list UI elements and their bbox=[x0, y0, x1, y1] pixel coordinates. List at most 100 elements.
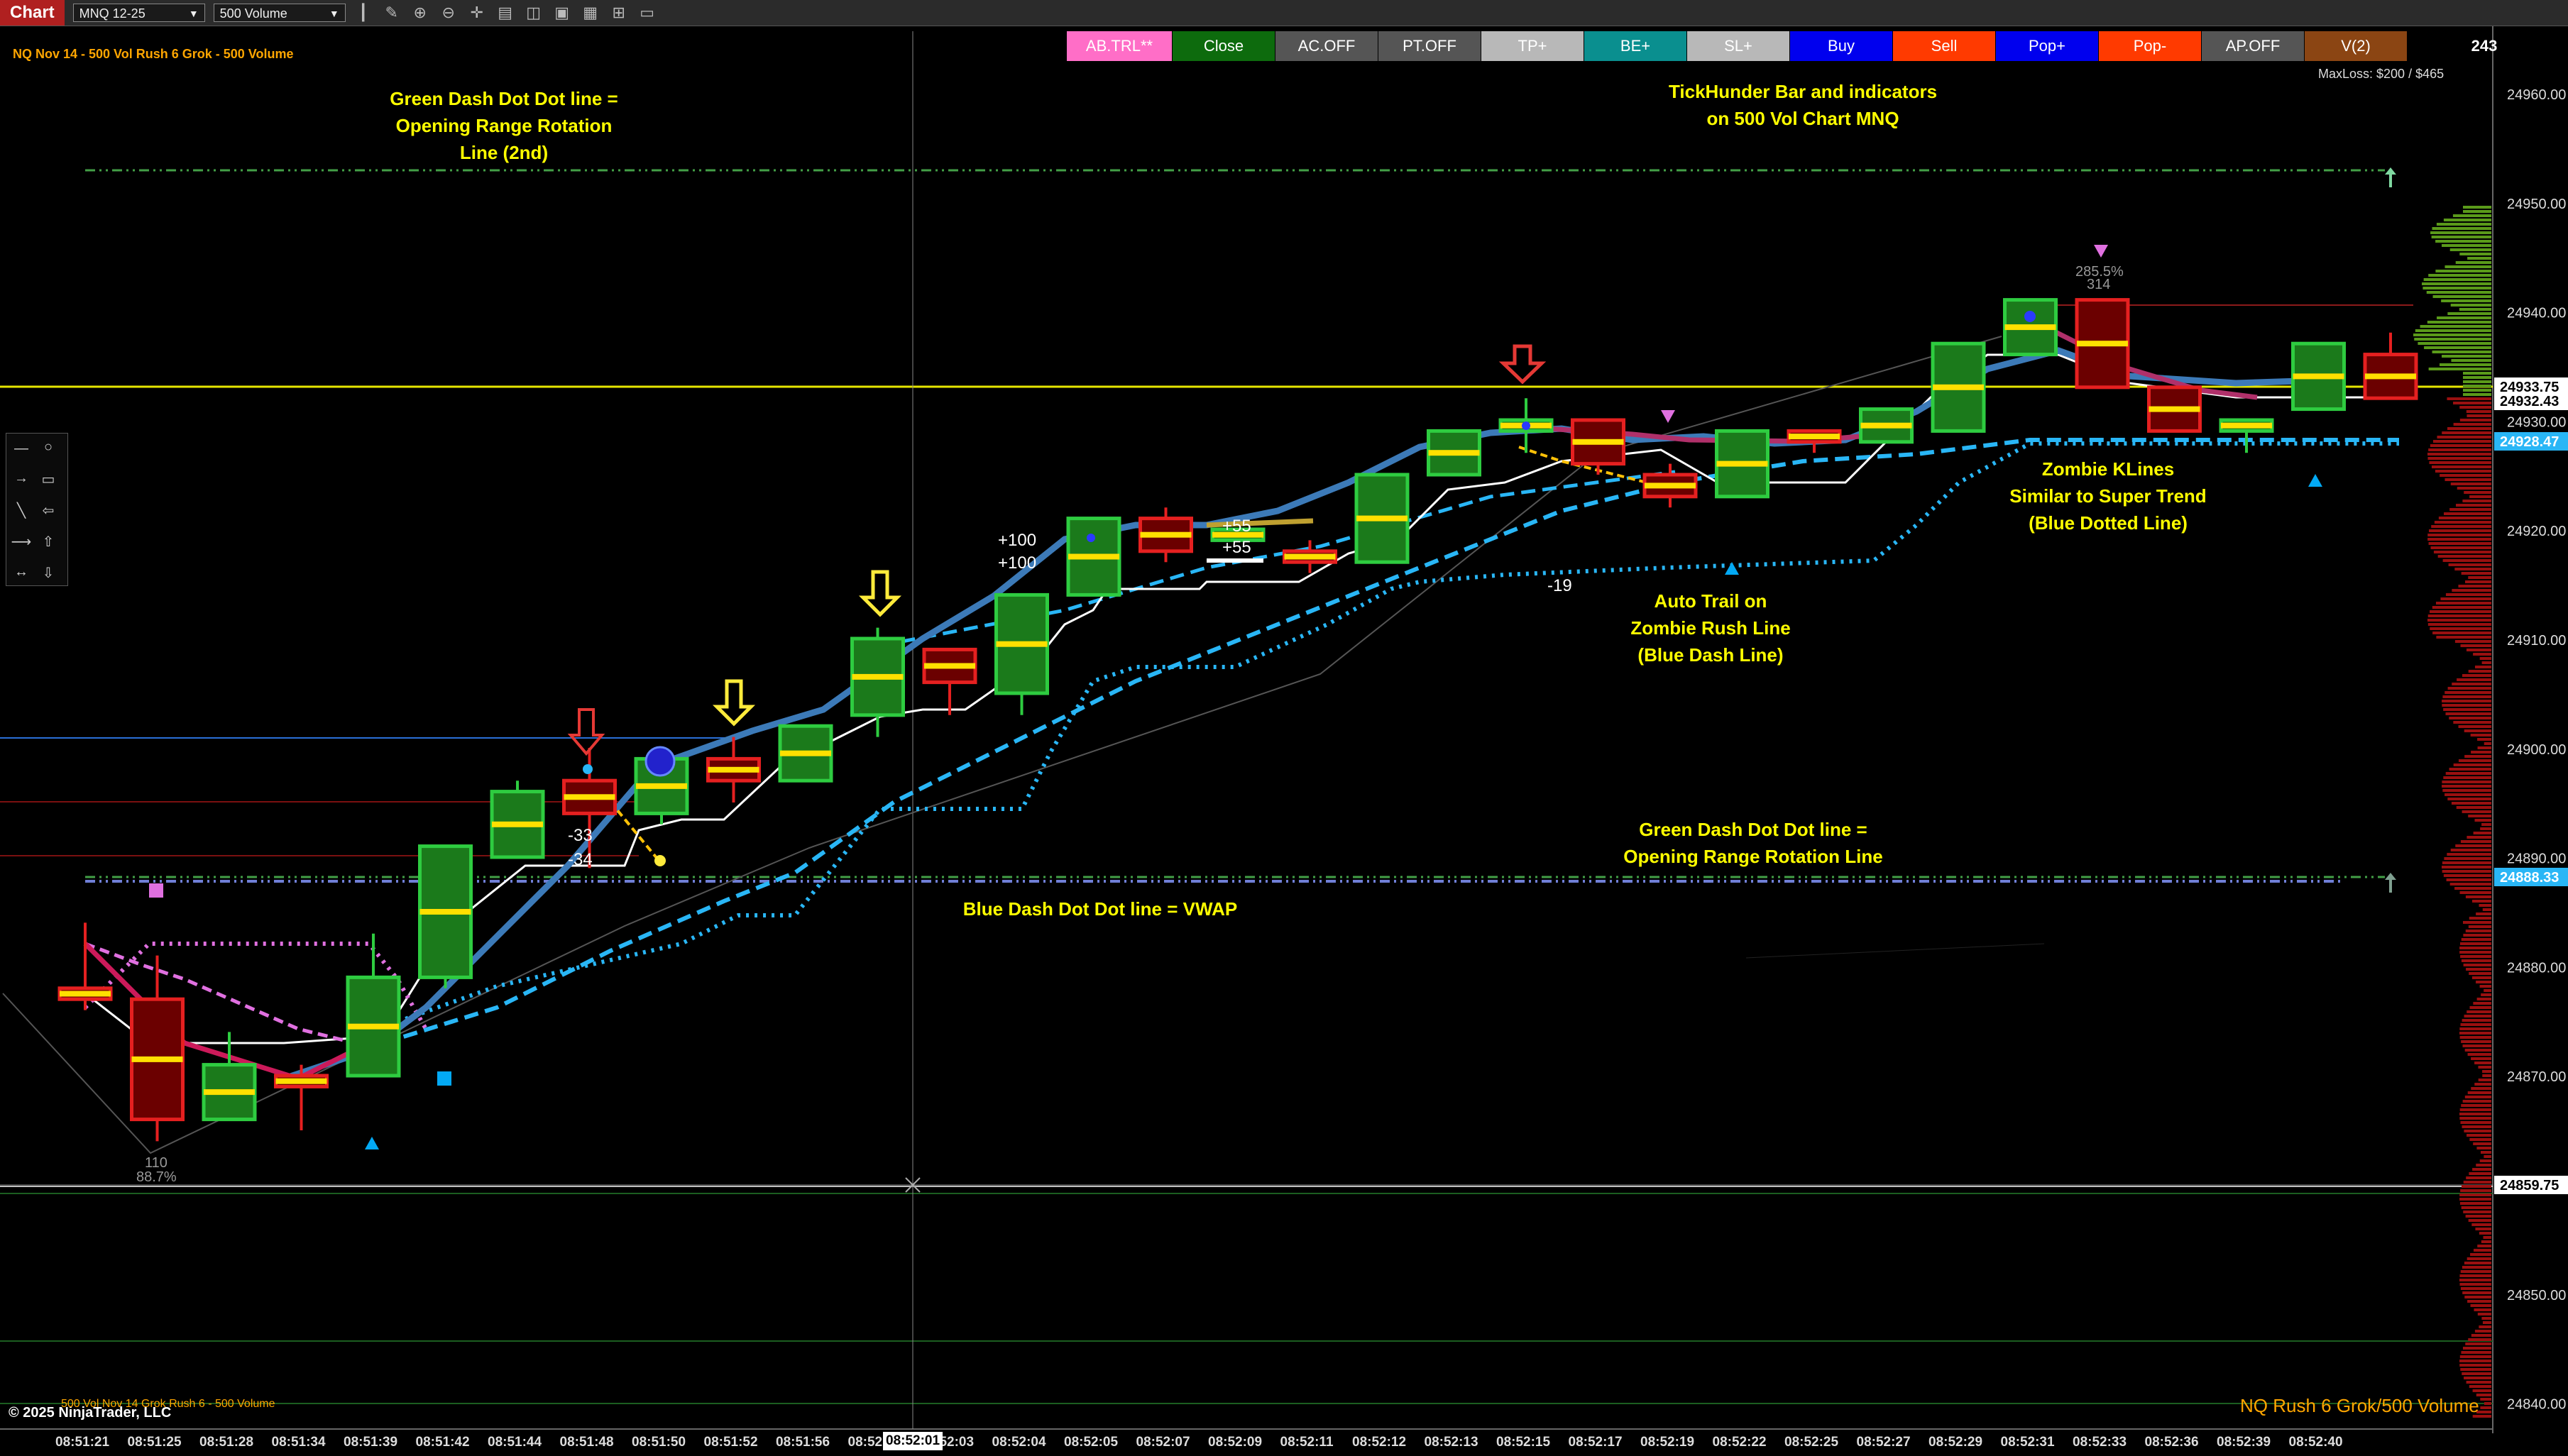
price-axis[interactable]: 24960.00 24950.00 24940.00 24930.00 24920.00… bbox=[2494, 87, 2568, 1413]
volume-profile-bar bbox=[2460, 1023, 2491, 1026]
time-tick-label: 08:51:21 bbox=[55, 1435, 110, 1450]
volume-profile-bar bbox=[2464, 580, 2491, 583]
chart-button-sl[interactable]: SL+ bbox=[1687, 31, 1789, 61]
ellipse-tool-icon[interactable]: ○ bbox=[38, 439, 59, 456]
time-tick-label: 08:52:22 bbox=[1712, 1435, 1767, 1450]
volume-profile-bar bbox=[2467, 1010, 2491, 1013]
chart-button-buy[interactable]: Buy bbox=[1790, 31, 1892, 61]
volume-profile-bar bbox=[2476, 912, 2491, 915]
volume-profile-bar bbox=[2469, 917, 2491, 920]
volume-profile-bar bbox=[2459, 406, 2491, 409]
volume-profile-bar bbox=[2454, 640, 2491, 643]
trend-tool-icon[interactable]: ╲ bbox=[11, 502, 32, 519]
chart-button-ap-off[interactable]: AP.OFF bbox=[2202, 31, 2304, 61]
candle-midline bbox=[780, 750, 831, 756]
volume-profile-bar bbox=[2479, 1232, 2491, 1235]
annotation-line: Line (2nd) bbox=[459, 142, 549, 163]
candle-midline bbox=[275, 1078, 327, 1084]
volume-profile-bar bbox=[2464, 491, 2491, 494]
volume-profile-bar bbox=[2432, 606, 2491, 609]
volume-profile-bar bbox=[2428, 368, 2491, 370]
annotation-tickhunder: TickHunder Bar and indicators on 500 Vol… bbox=[1576, 78, 2030, 132]
blue-dot-marker-3 bbox=[1087, 534, 1095, 542]
arrow-up-tool-icon[interactable]: ⇧ bbox=[38, 533, 59, 551]
volume-profile-bar bbox=[2442, 785, 2491, 788]
volume-profile-bar bbox=[2466, 1176, 2491, 1179]
volume-profile-bar bbox=[2442, 866, 2491, 868]
volume-profile-bar bbox=[2464, 1377, 2491, 1379]
chart-button-pt-off[interactable]: PT.OFF bbox=[1378, 31, 1481, 61]
volume-profile-bar bbox=[2474, 666, 2491, 668]
ray-tool-icon[interactable]: → bbox=[11, 470, 32, 487]
annotation-or-rotation-2nd: Green Dash Dot Dot line = Opening Range … bbox=[312, 85, 696, 166]
chart-button-be[interactable]: BE+ bbox=[1584, 31, 1686, 61]
volume-profile-bar bbox=[2453, 423, 2491, 426]
horizontal-tool-icon[interactable]: ↔ bbox=[11, 564, 32, 580]
arrow-down-tool-icon[interactable]: ⇩ bbox=[38, 564, 59, 582]
volume-profile-bar bbox=[2466, 1381, 2491, 1384]
volume-profile-bar bbox=[2461, 572, 2491, 575]
chart-button-tp[interactable]: TP+ bbox=[1481, 31, 1584, 61]
volume-profile-bar bbox=[2430, 610, 2491, 613]
volume-profile-bar bbox=[2468, 925, 2491, 928]
trade-label: -19 bbox=[1547, 576, 1572, 595]
volume-profile-bar bbox=[2440, 474, 2491, 477]
chart-button-pop[interactable]: Pop- bbox=[2099, 31, 2201, 61]
candle-midline bbox=[996, 641, 1048, 647]
volume-profile-bar bbox=[2462, 1266, 2491, 1269]
time-tick-label: 08:52:09 bbox=[1208, 1435, 1263, 1450]
volume-profile-bar bbox=[2459, 1113, 2491, 1115]
volume-profile-bar bbox=[2442, 861, 2491, 864]
candle-midline bbox=[1645, 482, 1696, 489]
volume-profile-bar bbox=[2464, 1296, 2491, 1298]
chart-button-pop[interactable]: Pop+ bbox=[1996, 31, 2098, 61]
candle-midline bbox=[1716, 460, 1768, 467]
volume-profile-bar bbox=[2431, 525, 2491, 528]
volume-profile-bar bbox=[2453, 721, 2491, 724]
volume-profile-bar bbox=[2428, 448, 2491, 451]
volume-profile-bar bbox=[2443, 708, 2491, 711]
volume-profile-bar bbox=[2472, 1168, 2491, 1171]
chart-button-sell[interactable]: Sell bbox=[1893, 31, 1995, 61]
time-tick-label: 08:52:13 bbox=[1424, 1435, 1478, 1450]
volume-profile-bar bbox=[2462, 1125, 2491, 1128]
volume-profile-bar bbox=[2474, 819, 2491, 822]
extended-tool-icon[interactable]: ⇦ bbox=[38, 502, 59, 519]
candle-midline bbox=[2077, 341, 2128, 347]
candle-midline bbox=[2221, 422, 2272, 429]
chart-button-v-2[interactable]: V(2) bbox=[2305, 31, 2407, 61]
volume-profile-bar bbox=[2429, 461, 2491, 464]
price-tick-label: 24900.00 bbox=[2507, 742, 2566, 758]
time-tick-label: 08:52:40 bbox=[2288, 1435, 2343, 1450]
volume-profile-bar bbox=[2442, 789, 2491, 792]
volume-profile-bar bbox=[2459, 951, 2491, 954]
volume-profile-bar bbox=[2463, 934, 2491, 937]
time-tick-label: 08:51:52 bbox=[703, 1435, 758, 1450]
candle bbox=[1354, 473, 1410, 564]
rectangle-tool-icon[interactable]: ▭ bbox=[38, 470, 59, 488]
arrow-line-tool-icon[interactable]: ⟶ bbox=[11, 533, 32, 551]
volume-profile-bar bbox=[2480, 1398, 2491, 1401]
volume-profile-bar bbox=[2478, 1066, 2491, 1069]
price-tick-label: 24930.00 bbox=[2507, 414, 2566, 430]
chart-button-ab-trl[interactable]: AB.TRL** bbox=[1067, 31, 1172, 61]
volume-profile-bar bbox=[2442, 781, 2491, 783]
line-tool-icon[interactable]: ― bbox=[11, 441, 32, 457]
trade-label: +100 bbox=[998, 553, 1037, 573]
volume-profile-bar bbox=[2463, 372, 2491, 375]
volume-profile-bar bbox=[2428, 542, 2491, 545]
volume-profile-bar bbox=[2447, 687, 2491, 690]
volume-profile-bar bbox=[2437, 316, 2491, 319]
chart-button-close[interactable]: Close bbox=[1173, 31, 1275, 61]
volume-profile-bar bbox=[2458, 759, 2491, 762]
volume-profile-bar bbox=[2454, 887, 2491, 890]
volume-profile-bar bbox=[2469, 1138, 2491, 1141]
volume-profile-bar bbox=[2461, 959, 2491, 962]
price-chart[interactable]: 24960.00 24950.00 24940.00 24930.00 24920.00… bbox=[0, 0, 2568, 1456]
volume-profile-bar bbox=[2442, 870, 2491, 873]
candle-midline bbox=[204, 1089, 255, 1096]
chart-button-ac-off[interactable]: AC.OFF bbox=[1275, 31, 1378, 61]
volume-profile-bar bbox=[2415, 329, 2491, 332]
candle-midline bbox=[1068, 553, 1119, 560]
volume-profile-bar bbox=[2430, 546, 2491, 549]
